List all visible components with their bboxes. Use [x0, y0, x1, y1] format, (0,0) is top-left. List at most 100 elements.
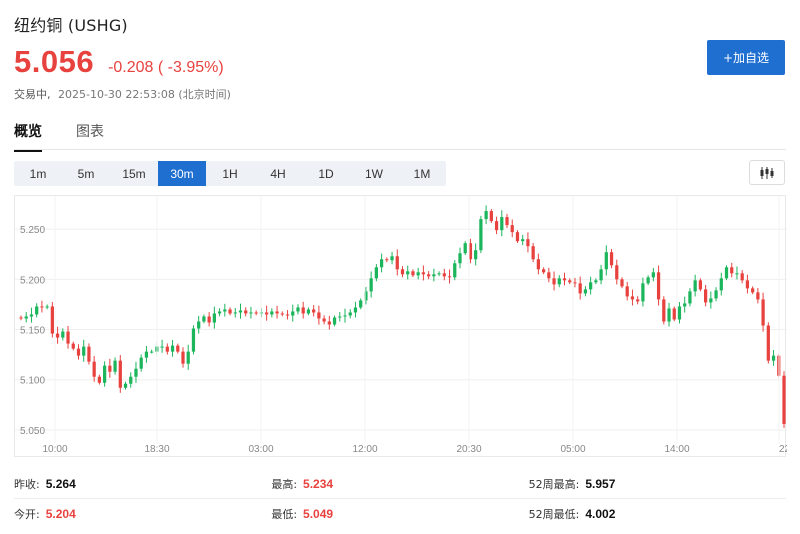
candle-body — [87, 346, 91, 362]
trading-status: 交易中, 2025-10-30 22:53:08 (北京时间) — [14, 86, 231, 102]
candle-body — [327, 321, 331, 325]
tab-divider — [14, 149, 786, 150]
candle-body — [594, 280, 598, 283]
instrument-title: 纽约铜 (USHG) — [14, 16, 128, 35]
candle-body — [583, 289, 588, 294]
w52-low-value: 4.002 — [585, 506, 616, 521]
y-tick-label: 5.100 — [20, 376, 45, 387]
candle-body — [134, 368, 138, 377]
candle-body — [552, 278, 556, 285]
candle-body — [144, 351, 149, 358]
interval-15m[interactable]: 15m — [110, 161, 158, 186]
y-tick-label: 5.200 — [20, 275, 45, 286]
candle-body — [714, 290, 718, 299]
x-tick-label: 18:30 — [144, 444, 169, 455]
candle-body — [761, 299, 765, 326]
candle-body — [244, 310, 248, 314]
candle-body — [751, 288, 755, 293]
candle-body — [35, 306, 39, 315]
candle-body — [672, 308, 676, 320]
candle-body — [568, 280, 572, 283]
candle-body — [212, 313, 216, 323]
tab-overview[interactable]: 概览 — [14, 121, 42, 152]
candle-body — [677, 306, 682, 320]
candle-body — [338, 316, 342, 318]
candle-body — [651, 272, 655, 278]
tab-chart[interactable]: 图表 — [76, 121, 104, 152]
candle-body — [19, 317, 23, 319]
candle-body — [129, 376, 133, 384]
stat-52w-low: 52周最低: 4.002 — [528, 506, 616, 521]
interval-1w[interactable]: 1W — [350, 161, 398, 186]
candle-body — [505, 217, 509, 226]
candle-body — [395, 256, 399, 270]
candle-body — [50, 306, 54, 334]
candle-body — [254, 312, 258, 314]
price-row: 5.056 -0.208 ( -3.95%) — [14, 44, 224, 80]
interval-30m[interactable]: 30m — [158, 161, 206, 186]
candle-body — [447, 276, 452, 278]
candle-body — [411, 271, 415, 276]
candle-body — [510, 225, 514, 233]
candle-body — [76, 348, 81, 356]
candle-body — [217, 311, 222, 314]
stat-high: 最高: 5.234 — [271, 477, 334, 491]
candle-body — [646, 277, 650, 284]
candle-body — [479, 219, 483, 251]
interval-5m[interactable]: 5m — [62, 161, 110, 186]
interval-1d[interactable]: 1D — [302, 161, 350, 186]
chart-type-button[interactable] — [749, 160, 785, 185]
candle-body — [615, 265, 619, 280]
candle-body — [604, 252, 608, 270]
candle-body — [374, 267, 378, 279]
candle-body — [102, 365, 107, 383]
candle-body — [474, 250, 478, 260]
candle-body — [484, 211, 488, 220]
stats-panel: 昨收: 5.264 最高: 5.234 52周最高: 5.957 今开: 5.2… — [14, 470, 786, 528]
candlestick-chart: 5.250 5.200 5.150 5.100 5.050 10:00 18:30 03:00… — [15, 196, 787, 455]
candle-body — [197, 321, 201, 329]
candle-body — [531, 246, 535, 260]
candle-body — [432, 274, 436, 277]
candle-body — [589, 282, 593, 290]
price-chart[interactable]: 5.250 5.200 5.150 5.100 5.050 10:00 18:30 03:00… — [14, 195, 787, 457]
candle-body — [562, 278, 567, 281]
candle-body — [416, 272, 420, 276]
candle-body — [656, 272, 661, 300]
candle-body — [683, 303, 687, 307]
interval-4h[interactable]: 4H — [254, 161, 302, 186]
w52-high-value: 5.957 — [585, 477, 616, 491]
candle-body — [667, 308, 671, 322]
candle-body — [703, 289, 708, 303]
stats-row-1: 昨收: 5.264 最高: 5.234 52周最高: 5.957 — [14, 470, 786, 499]
x-tick-label: 14:00 — [664, 444, 689, 455]
x-tick-label: 10:00 — [42, 444, 67, 455]
candle-body — [348, 312, 352, 316]
add-watchlist-button[interactable]: +加自选 — [707, 40, 785, 75]
candle-body — [557, 278, 561, 285]
x-tick-label: 20:30 — [456, 444, 481, 455]
candle-body — [709, 298, 713, 303]
candle-body — [698, 280, 703, 290]
interval-1mo[interactable]: 1M — [398, 161, 446, 186]
candle-body — [97, 376, 102, 383]
candle-body — [547, 272, 551, 279]
prev-close-value: 5.264 — [45, 477, 76, 491]
candle-body — [724, 267, 729, 279]
candle-body — [165, 346, 169, 352]
candle-body — [265, 312, 269, 315]
x-tick-label: 12:00 — [352, 444, 377, 455]
candle-body — [463, 243, 467, 254]
candle-body — [526, 239, 530, 247]
candle-body — [494, 221, 499, 231]
candle-body — [170, 345, 175, 352]
candle-body — [118, 360, 122, 388]
candle-body — [609, 252, 614, 266]
main-tabs: 概览 图表 — [14, 121, 138, 152]
candle-body — [379, 259, 384, 268]
interval-1h[interactable]: 1H — [206, 161, 254, 186]
interval-1m[interactable]: 1m — [14, 161, 62, 186]
candle-body — [322, 318, 326, 322]
candle-body — [359, 300, 363, 308]
candle-body — [233, 312, 237, 314]
